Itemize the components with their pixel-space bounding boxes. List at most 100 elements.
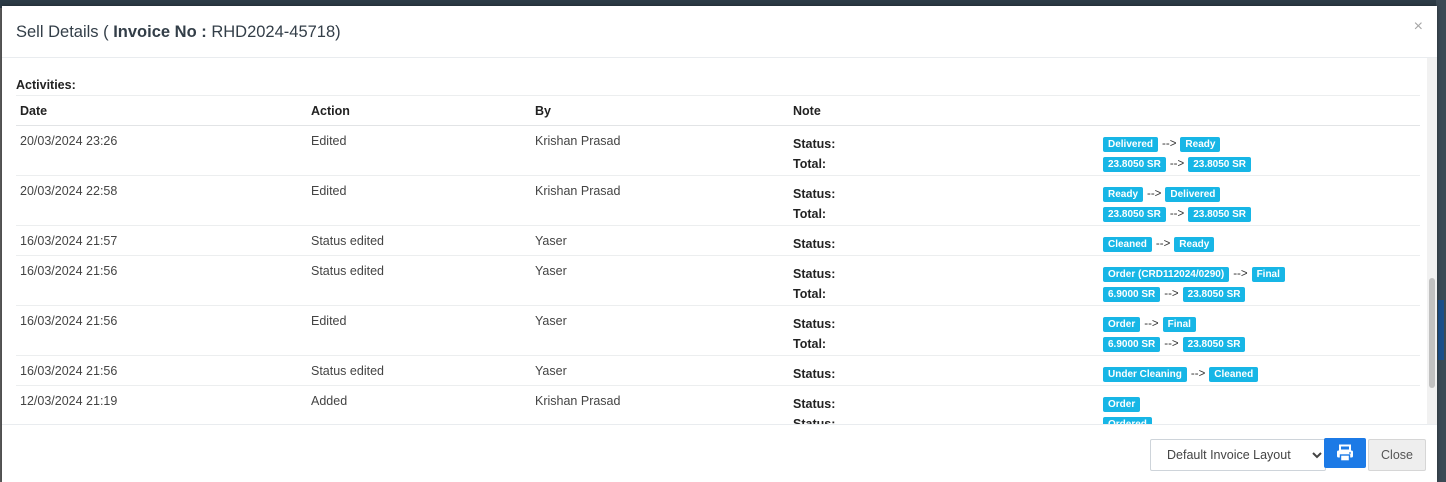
cell-by: Yaser: [531, 355, 789, 386]
modal-body-scrollbar[interactable]: [1427, 58, 1437, 424]
change-arrow: -->: [1155, 238, 1171, 250]
printer-icon: [1337, 444, 1353, 462]
scrollbar-thumb[interactable]: [1429, 278, 1435, 388]
value-badge: Ordered: [1103, 416, 1152, 424]
modal-footer: Default Invoice Layout Close: [2, 424, 1437, 482]
note-label: Status:: [793, 417, 836, 424]
change-arrow: -->: [1190, 368, 1206, 380]
cell-date: 12/03/2024 21:19: [16, 385, 307, 424]
cell-note-labels: Status: Total:: [789, 255, 1099, 306]
change-arrow: -->: [1233, 268, 1248, 280]
note-label: Total:: [793, 157, 827, 171]
column-note-values: [1099, 95, 1420, 126]
cell-note-values: Order --> Final 6.9000 SR --> 23.8050 SR: [1099, 305, 1420, 356]
table-row: 12/03/2024 21:19 Added Krishan Prasad Statu…: [16, 385, 1420, 424]
cell-note-values: Under Cleaning --> Cleaned: [1099, 355, 1420, 386]
table-row: 20/03/2024 23:26 Edited Krishan Prasad Stat…: [16, 125, 1420, 176]
from-badge: Order: [1103, 316, 1141, 332]
note-label: Status:: [793, 367, 836, 381]
from-badge: Order (CRD112024/0290): [1103, 266, 1230, 282]
cell-date: 16/03/2024 21:56: [16, 255, 307, 306]
activities-table: Date Action By Note 20/03/2024 23:26 Edit…: [16, 95, 1420, 424]
column-by: By: [531, 95, 789, 126]
to-badge: Ready: [1174, 236, 1215, 252]
sell-details-modal: Sell Details ( Invoice No : RHD2024-4571…: [2, 6, 1437, 482]
change-arrow: -->: [1162, 138, 1177, 150]
from-badge: Ready: [1103, 186, 1144, 202]
close-button[interactable]: Close: [1368, 439, 1426, 471]
note-label: Status:: [793, 317, 836, 331]
table-row: 16/03/2024 21:56 Status edited Yaser Status…: [16, 355, 1420, 386]
note-label: Status:: [793, 267, 836, 281]
change-arrow: -->: [1169, 208, 1185, 220]
cell-note-labels: Status:: [789, 225, 1099, 256]
modal-body: Activities: Date Action By Note 20/03/20…: [2, 58, 1426, 424]
note-change: Delivered --> Ready: [1103, 134, 1420, 154]
cell-date: 16/03/2024 21:56: [16, 305, 307, 356]
to-badge: Final: [1162, 316, 1196, 332]
activities-title: Activities:: [16, 78, 76, 92]
to-badge: Ready: [1180, 136, 1221, 152]
from-badge: Under Cleaning: [1103, 366, 1187, 382]
cell-note-labels: Status: Total:: [789, 175, 1099, 226]
from-badge: 6.9000 SR: [1103, 336, 1161, 352]
modal-header: Sell Details ( Invoice No : RHD2024-4571…: [2, 6, 1437, 58]
to-badge: 23.8050 SR: [1188, 206, 1252, 222]
cell-date: 20/03/2024 22:58: [16, 175, 307, 226]
cell-note-values: Delivered --> Ready 23.8050 SR --> 23.8050 SR: [1099, 125, 1420, 176]
from-badge: Cleaned: [1103, 236, 1152, 252]
note-change: Order: [1103, 394, 1420, 414]
note-label: Status:: [793, 187, 836, 201]
modal-title: Sell Details ( Invoice No : RHD2024-4571…: [16, 23, 341, 42]
note-change: Under Cleaning --> Cleaned: [1103, 364, 1420, 384]
cell-action: Edited: [307, 125, 531, 176]
from-badge: 6.9000 SR: [1103, 286, 1161, 302]
from-badge: 23.8050 SR: [1103, 156, 1166, 172]
cell-date: 16/03/2024 21:56: [16, 355, 307, 386]
print-button[interactable]: [1324, 438, 1366, 468]
cell-action: Status edited: [307, 255, 531, 306]
cell-by: Krishan Prasad: [531, 385, 789, 424]
note-label: Status:: [793, 397, 836, 411]
cell-note-labels: Status: Status:: [789, 385, 1099, 424]
cell-note-labels: Status: Total:: [789, 125, 1099, 176]
cell-note-values: Cleaned --> Ready: [1099, 225, 1420, 256]
note-label: Total:: [793, 337, 827, 351]
value-badge: Order: [1103, 396, 1141, 412]
cell-by: Yaser: [531, 255, 789, 306]
cell-action: Edited: [307, 305, 531, 356]
cell-note-values: Order Ordered: [1099, 385, 1420, 424]
note-label: Status:: [793, 237, 836, 251]
cell-note-values: Ready --> Delivered 23.8050 SR --> 23.8050 SR: [1099, 175, 1420, 226]
invoice-layout-select[interactable]: Default Invoice Layout: [1150, 439, 1326, 471]
note-change: Ordered: [1103, 414, 1420, 424]
title-prefix: Sell Details (: [16, 23, 109, 41]
cell-by: Krishan Prasad: [531, 175, 789, 226]
change-arrow: -->: [1169, 158, 1185, 170]
cell-by: Krishan Prasad: [531, 125, 789, 176]
change-arrow: -->: [1164, 288, 1179, 300]
invoice-no-label: Invoice No :: [113, 23, 207, 41]
note-label: Total:: [793, 287, 827, 301]
table-header-row: Date Action By Note: [16, 95, 1420, 126]
background-app-edge: [1436, 0, 1446, 482]
change-arrow: -->: [1164, 338, 1179, 350]
close-icon[interactable]: ×: [1414, 18, 1423, 36]
cell-by: Yaser: [531, 305, 789, 356]
column-action: Action: [307, 95, 531, 126]
column-date: Date: [16, 95, 307, 126]
to-badge: Delivered: [1165, 186, 1221, 202]
cell-note-labels: Status:: [789, 355, 1099, 386]
cell-by: Yaser: [531, 225, 789, 256]
to-badge: Cleaned: [1209, 366, 1259, 382]
note-label: Status:: [793, 137, 836, 151]
cell-note-values: Order (CRD112024/0290) --> Final 6.9000 SR -…: [1099, 255, 1420, 306]
change-arrow: -->: [1144, 318, 1159, 330]
page-scrollbar[interactable]: [1438, 300, 1444, 360]
note-change: Ready --> Delivered: [1103, 184, 1420, 204]
table-row: 16/03/2024 21:57 Status edited Yaser Status…: [16, 225, 1420, 256]
table-row: 16/03/2024 21:56 Edited Yaser Status: Total:…: [16, 305, 1420, 356]
table-row: 20/03/2024 22:58 Edited Krishan Prasad Stat…: [16, 175, 1420, 226]
note-change: 6.9000 SR --> 23.8050 SR: [1103, 334, 1420, 354]
cell-action: Edited: [307, 175, 531, 226]
